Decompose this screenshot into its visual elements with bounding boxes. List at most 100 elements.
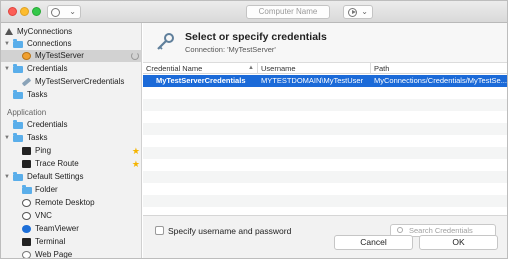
ok-button[interactable]: OK (419, 235, 498, 250)
folder-icon (13, 39, 23, 48)
sidebar-item-label: Folder (35, 185, 58, 194)
quick-connect-menu-button[interactable]: ⌄ (47, 5, 81, 19)
vnc-icon (22, 212, 31, 220)
sidebar-item-folder[interactable]: Folder (1, 184, 142, 196)
chevron-down-icon: ⌄ (361, 7, 368, 16)
globe-icon (51, 8, 60, 17)
folder-icon (22, 185, 32, 194)
connect-button[interactable]: ⌄ (343, 5, 373, 19)
minimize-window-button[interactable] (20, 7, 29, 16)
web-page-icon (22, 251, 31, 258)
cancel-button[interactable]: Cancel (334, 235, 413, 250)
folder-icon (13, 90, 23, 99)
zoom-window-button[interactable] (32, 7, 41, 16)
sidebar-item-label: Tasks (27, 90, 48, 99)
loading-spinner-icon (131, 52, 139, 60)
favorite-star-icon[interactable]: ★ (132, 158, 140, 170)
folder-icon (13, 64, 23, 73)
key-icon (157, 33, 174, 50)
sidebar-item-app-tasks[interactable]: ▼ Tasks (1, 132, 142, 144)
computer-name-input[interactable]: Computer Name (246, 5, 330, 19)
terminal-icon (22, 238, 31, 246)
sidebar-item-app-credentials[interactable]: Credentials (1, 119, 142, 131)
disclosure-open-icon: ▼ (4, 66, 10, 72)
column-label: Username (261, 64, 296, 73)
sidebar-item-label: TeamViewer (35, 224, 79, 233)
play-icon (348, 8, 357, 17)
sidebar-item-label: Credentials (27, 120, 68, 129)
disclosure-open-icon: ▼ (4, 41, 10, 47)
search-placeholder: Search Credentials (409, 226, 473, 235)
column-label: Path (374, 64, 390, 73)
title-bar: ⌄ Computer Name ⌄ (1, 1, 507, 23)
cell-credential-name: MyTestServerCredentials (156, 76, 246, 85)
section-header-application: Application (7, 108, 47, 117)
sidebar-item-trace-route[interactable]: Trace Route ★ (1, 158, 142, 170)
warning-icon (5, 28, 13, 35)
sidebar-item-label: Ping (35, 146, 52, 155)
sidebar-item-label: Credentials (27, 64, 68, 73)
cell-username: MYTESTDOMAIN\MyTestUser (261, 76, 364, 85)
credentials-table: Credential Name ▲ Username Path MyTestSe… (143, 63, 507, 215)
sidebar-item-myconnections[interactable]: MyConnections (1, 26, 142, 38)
credentials-dialog: Select or specify credentials Connection… (143, 23, 507, 258)
sidebar-item-credentials[interactable]: ▼ Credentials (1, 63, 142, 75)
table-header: Credential Name ▲ Username Path (143, 63, 507, 74)
table-row-empty (143, 123, 507, 135)
sidebar-item-label: Terminal (35, 237, 66, 246)
search-icon (397, 227, 403, 233)
sidebar-item-label: MyConnections (17, 27, 73, 36)
terminal-icon (22, 160, 31, 168)
sidebar-item-mytestservercredentials[interactable]: MyTestServerCredentials (1, 76, 142, 88)
column-header-username[interactable]: Username (258, 63, 371, 74)
sidebar-item-teamviewer[interactable]: TeamViewer (1, 223, 142, 235)
sidebar-item-connections[interactable]: ▼ Connections (1, 38, 142, 50)
folder-icon (13, 133, 23, 142)
column-label: Credential Name (146, 64, 203, 73)
sidebar-item-label: Trace Route (35, 159, 79, 168)
remote-desktop-icon (22, 199, 31, 207)
table-row-empty (143, 171, 507, 183)
teamviewer-icon (22, 225, 31, 233)
dialog-title: Select or specify credentials (185, 31, 327, 43)
disclosure-open-icon: ▼ (4, 135, 10, 141)
sidebar-item-label: Connections (27, 39, 72, 48)
column-header-credential-name[interactable]: Credential Name ▲ (143, 63, 258, 74)
sidebar-item-label: VNC (35, 211, 52, 220)
terminal-icon (22, 147, 31, 155)
sidebar-item-mytestserver[interactable]: MyTestServer (1, 50, 142, 62)
sidebar-item-ping[interactable]: Ping ★ (1, 145, 142, 157)
sidebar: MyConnections ▼ Connections MyTestServer… (1, 23, 142, 259)
specify-credentials-checkbox[interactable] (155, 226, 164, 235)
table-row-empty (143, 195, 507, 207)
table-row-empty (143, 147, 507, 159)
server-icon (22, 52, 31, 60)
sidebar-item-label: Web Page (35, 250, 73, 259)
key-icon (21, 77, 32, 87)
folder-icon (13, 120, 23, 129)
sidebar-item-default-settings[interactable]: ▼ Default Settings (1, 171, 142, 183)
close-window-button[interactable] (8, 7, 17, 16)
sidebar-item-label: Tasks (27, 133, 48, 142)
sidebar-item-terminal[interactable]: Terminal (1, 236, 142, 248)
sidebar-item-label: MyTestServerCredentials (35, 77, 125, 86)
sidebar-item-web-page[interactable]: Web Page (1, 249, 142, 259)
favorite-star-icon[interactable]: ★ (132, 145, 140, 157)
dialog-subtitle: Connection: 'MyTestServer' (185, 45, 276, 54)
folder-icon (13, 172, 23, 181)
sidebar-item-label: MyTestServer (35, 51, 84, 60)
specify-credentials-label[interactable]: Specify username and password (168, 226, 291, 236)
sidebar-item-tasks[interactable]: Tasks (1, 89, 142, 101)
table-row-empty (143, 99, 507, 111)
sort-ascending-icon: ▲ (248, 65, 254, 71)
app-window: ⌄ Computer Name ⌄ MyConnections ▼ Connec… (0, 0, 508, 259)
sidebar-item-label: Default Settings (27, 172, 84, 181)
sidebar-item-label: Remote Desktop (35, 198, 95, 207)
dialog-header: Select or specify credentials Connection… (143, 23, 507, 63)
sidebar-item-vnc[interactable]: VNC (1, 210, 142, 222)
chevron-down-icon: ⌄ (69, 7, 76, 16)
column-header-path[interactable]: Path (371, 63, 507, 74)
sidebar-item-remote-desktop[interactable]: Remote Desktop (1, 197, 142, 209)
cell-path: MyConnections/Credentials/MyTestSe... (374, 76, 507, 85)
table-row[interactable]: MyTestServerCredentials MYTESTDOMAIN\MyT… (143, 75, 507, 87)
